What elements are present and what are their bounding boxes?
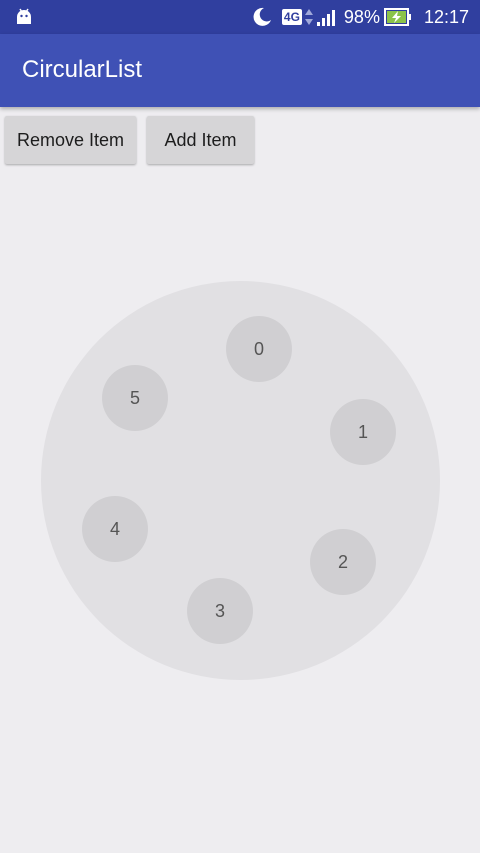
clock: 12:17 [423, 6, 469, 27]
circular-list-item[interactable]: 3 [187, 578, 253, 644]
battery-percent: 98% [343, 6, 380, 27]
signal-icon [316, 10, 335, 26]
add-item-button[interactable]: Add Item [147, 116, 254, 164]
circular-list-item[interactable]: 4 [82, 496, 148, 562]
circular-list[interactable]: 0 1 2 3 4 5 [41, 281, 440, 680]
battery-charging-icon [383, 8, 411, 26]
app-title: CircularList [22, 56, 143, 83]
circular-list-item[interactable]: 5 [102, 365, 168, 431]
android-icon [17, 8, 31, 24]
moon-icon [253, 7, 271, 26]
circular-list-item[interactable]: 1 [330, 399, 396, 465]
app-bar: CircularList [0, 34, 480, 107]
circular-list-item[interactable]: 2 [310, 529, 376, 595]
status-bar: 4G 98% 12:17 [0, 0, 480, 34]
circular-list-item[interactable]: 0 [226, 316, 292, 382]
remove-item-button[interactable]: Remove Item [5, 116, 136, 164]
data-arrows-icon [304, 9, 313, 25]
network-type-badge: 4G [281, 9, 302, 25]
